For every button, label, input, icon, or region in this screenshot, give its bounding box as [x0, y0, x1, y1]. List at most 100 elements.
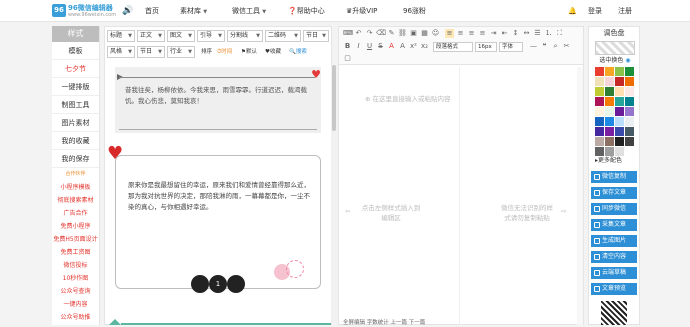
color-swatch[interactable]: [595, 87, 604, 96]
image-icon[interactable]: ▣: [409, 29, 418, 38]
filter-qrcode[interactable]: 二维码 ▼: [265, 30, 301, 42]
generate-image-button[interactable]: 生成图片: [591, 235, 637, 247]
color-swatch[interactable]: [615, 137, 624, 146]
format-brush-icon[interactable]: ✎: [387, 29, 396, 38]
style-card[interactable]: 原来你是我最想留住的幸运，原来我们和爱情曾经靠得那么近，那为我对抗世界的决定，那…: [115, 155, 321, 289]
color-swatch[interactable]: [615, 87, 624, 96]
highlight-icon[interactable]: A: [398, 42, 407, 51]
page-prev[interactable]: [191, 275, 209, 293]
register-link[interactable]: 注册: [618, 0, 632, 22]
quote-icon[interactable]: ❝: [540, 42, 549, 51]
line-height-icon[interactable]: ↕: [511, 29, 520, 38]
color-swatch[interactable]: [595, 137, 604, 146]
align-left-icon[interactable]: ≡: [445, 29, 454, 38]
filter-festival[interactable]: 节日 ▼: [303, 30, 329, 42]
table-icon[interactable]: ▦: [420, 29, 429, 38]
sidebar-item-template[interactable]: 模板: [52, 42, 99, 60]
color-swatch[interactable]: [615, 67, 624, 76]
align-center-icon[interactable]: ≡: [456, 29, 465, 38]
indent-icon[interactable]: ⇥: [489, 29, 498, 38]
nav-materials[interactable]: 素材库 ▼: [180, 0, 207, 22]
partner-link[interactable]: 公众号查询: [52, 285, 99, 298]
sidebar-item-images[interactable]: 图片素材: [52, 114, 99, 132]
save-article-button[interactable]: 保存文章: [591, 187, 637, 199]
color-swatch[interactable]: [595, 107, 604, 116]
border-icon[interactable]: ▢: [343, 54, 352, 63]
color-swatch[interactable]: [605, 97, 614, 106]
partner-link[interactable]: 免费H5页面设计: [52, 233, 99, 246]
scrollbar[interactable]: [331, 65, 337, 323]
search-button[interactable]: 🔍搜索: [289, 46, 307, 58]
font-family-select[interactable]: 字体: [499, 42, 523, 52]
sidebar-item-one-click[interactable]: 一键排版: [52, 78, 99, 96]
hr-icon[interactable]: —: [529, 42, 538, 51]
partner-link[interactable]: 小程序模板: [52, 181, 99, 194]
color-swatch[interactable]: [625, 97, 634, 106]
color-swatch[interactable]: [625, 137, 634, 146]
sidebar-item-qixi[interactable]: 七夕节: [52, 60, 99, 78]
collect-article-button[interactable]: 采集文章: [591, 219, 637, 231]
color-swatch[interactable]: [615, 127, 624, 136]
redo-icon[interactable]: ↷: [365, 29, 374, 38]
partner-link[interactable]: 公众号助推: [52, 311, 99, 324]
filter-body[interactable]: 正文 ▼: [137, 30, 165, 42]
search-replace-icon[interactable]: ⌕: [551, 42, 560, 51]
partner-link[interactable]: 免费小程序: [52, 220, 99, 233]
color-swatch[interactable]: [625, 127, 634, 136]
speaker-icon[interactable]: 🔊: [122, 6, 133, 16]
filter-style[interactable]: 风格 ▼: [107, 46, 135, 58]
align-justify-icon[interactable]: ≡: [478, 29, 487, 38]
login-link[interactable]: 登录: [588, 0, 602, 22]
emoji-icon[interactable]: ☺: [431, 29, 440, 38]
clear-format-icon[interactable]: ⌫: [376, 29, 386, 38]
sidebar-head-style[interactable]: 样式: [52, 26, 99, 42]
font-color-icon[interactable]: A: [387, 42, 396, 51]
partner-link[interactable]: 广告合作: [52, 207, 99, 220]
align-right-icon[interactable]: ≡: [467, 29, 476, 38]
sidebar-item-favorites[interactable]: 我的收藏: [52, 132, 99, 150]
color-swatch[interactable]: [605, 77, 614, 86]
color-swatch[interactable]: [605, 137, 614, 146]
undo-icon[interactable]: ↶: [354, 29, 363, 38]
filter-industry[interactable]: 行业 ▼: [167, 46, 195, 58]
filter-guide[interactable]: 引导 ▼: [197, 30, 225, 42]
color-swatch[interactable]: [615, 117, 624, 126]
scrollbar-thumb[interactable]: [332, 65, 336, 131]
cut-icon[interactable]: ✂: [562, 42, 571, 51]
bell-icon[interactable]: 🔔: [568, 0, 577, 22]
color-swatch[interactable]: [605, 117, 614, 126]
partner-link[interactable]: 彻底搜索素材: [52, 194, 99, 207]
filter-title[interactable]: 标题 ▼: [107, 30, 135, 42]
sidebar-item-image-tool[interactable]: 制图工具: [52, 96, 99, 114]
link-icon[interactable]: ⛓: [398, 29, 407, 38]
color-swatch[interactable]: [595, 77, 604, 86]
color-swatch[interactable]: [605, 67, 614, 76]
color-swatch[interactable]: [625, 67, 634, 76]
subscript-icon[interactable]: x₂: [420, 42, 429, 51]
partner-link[interactable]: 一键内容: [52, 298, 99, 311]
wechat-copy-button[interactable]: 微信复制: [591, 171, 637, 183]
style-card[interactable]: ♥ 昔我往矣，杨柳依依。今我来思，雨雪霏霏。行道迟迟，载渴载饥。我心伤悲，莫知我…: [115, 67, 321, 133]
color-swatch[interactable]: [605, 87, 614, 96]
ordered-list-icon[interactable]: ⒈: [544, 29, 553, 38]
cloud-draft-button[interactable]: 云端草稿: [591, 267, 637, 279]
fullscreen-icon[interactable]: ⛶: [555, 29, 564, 38]
sidebar-item-saved[interactable]: 我的保存: [52, 150, 99, 168]
letter-spacing-icon[interactable]: ↔: [522, 29, 531, 38]
sort-time[interactable]: ⏱时间: [217, 46, 232, 58]
color-swatch[interactable]: [625, 107, 634, 116]
page-next[interactable]: [227, 275, 245, 293]
sync-wechat-button[interactable]: 同步微信: [591, 203, 637, 215]
filter-holiday[interactable]: 节日 ▼: [137, 46, 165, 58]
partner-link[interactable]: 10秒作图: [52, 272, 99, 285]
partner-link[interactable]: 免费工资图: [52, 246, 99, 259]
color-swatch[interactable]: [605, 127, 614, 136]
list-icon[interactable]: ☰: [533, 29, 542, 38]
editor-scrollbar[interactable]: [577, 67, 583, 325]
strikethrough-icon[interactable]: S: [376, 42, 385, 51]
underline-icon[interactable]: U: [365, 42, 374, 51]
code-icon[interactable]: ⌨: [343, 29, 353, 38]
nav-home[interactable]: 首页: [145, 0, 159, 22]
font-size-select[interactable]: 16px: [475, 42, 497, 52]
color-swatch[interactable]: [595, 97, 604, 106]
